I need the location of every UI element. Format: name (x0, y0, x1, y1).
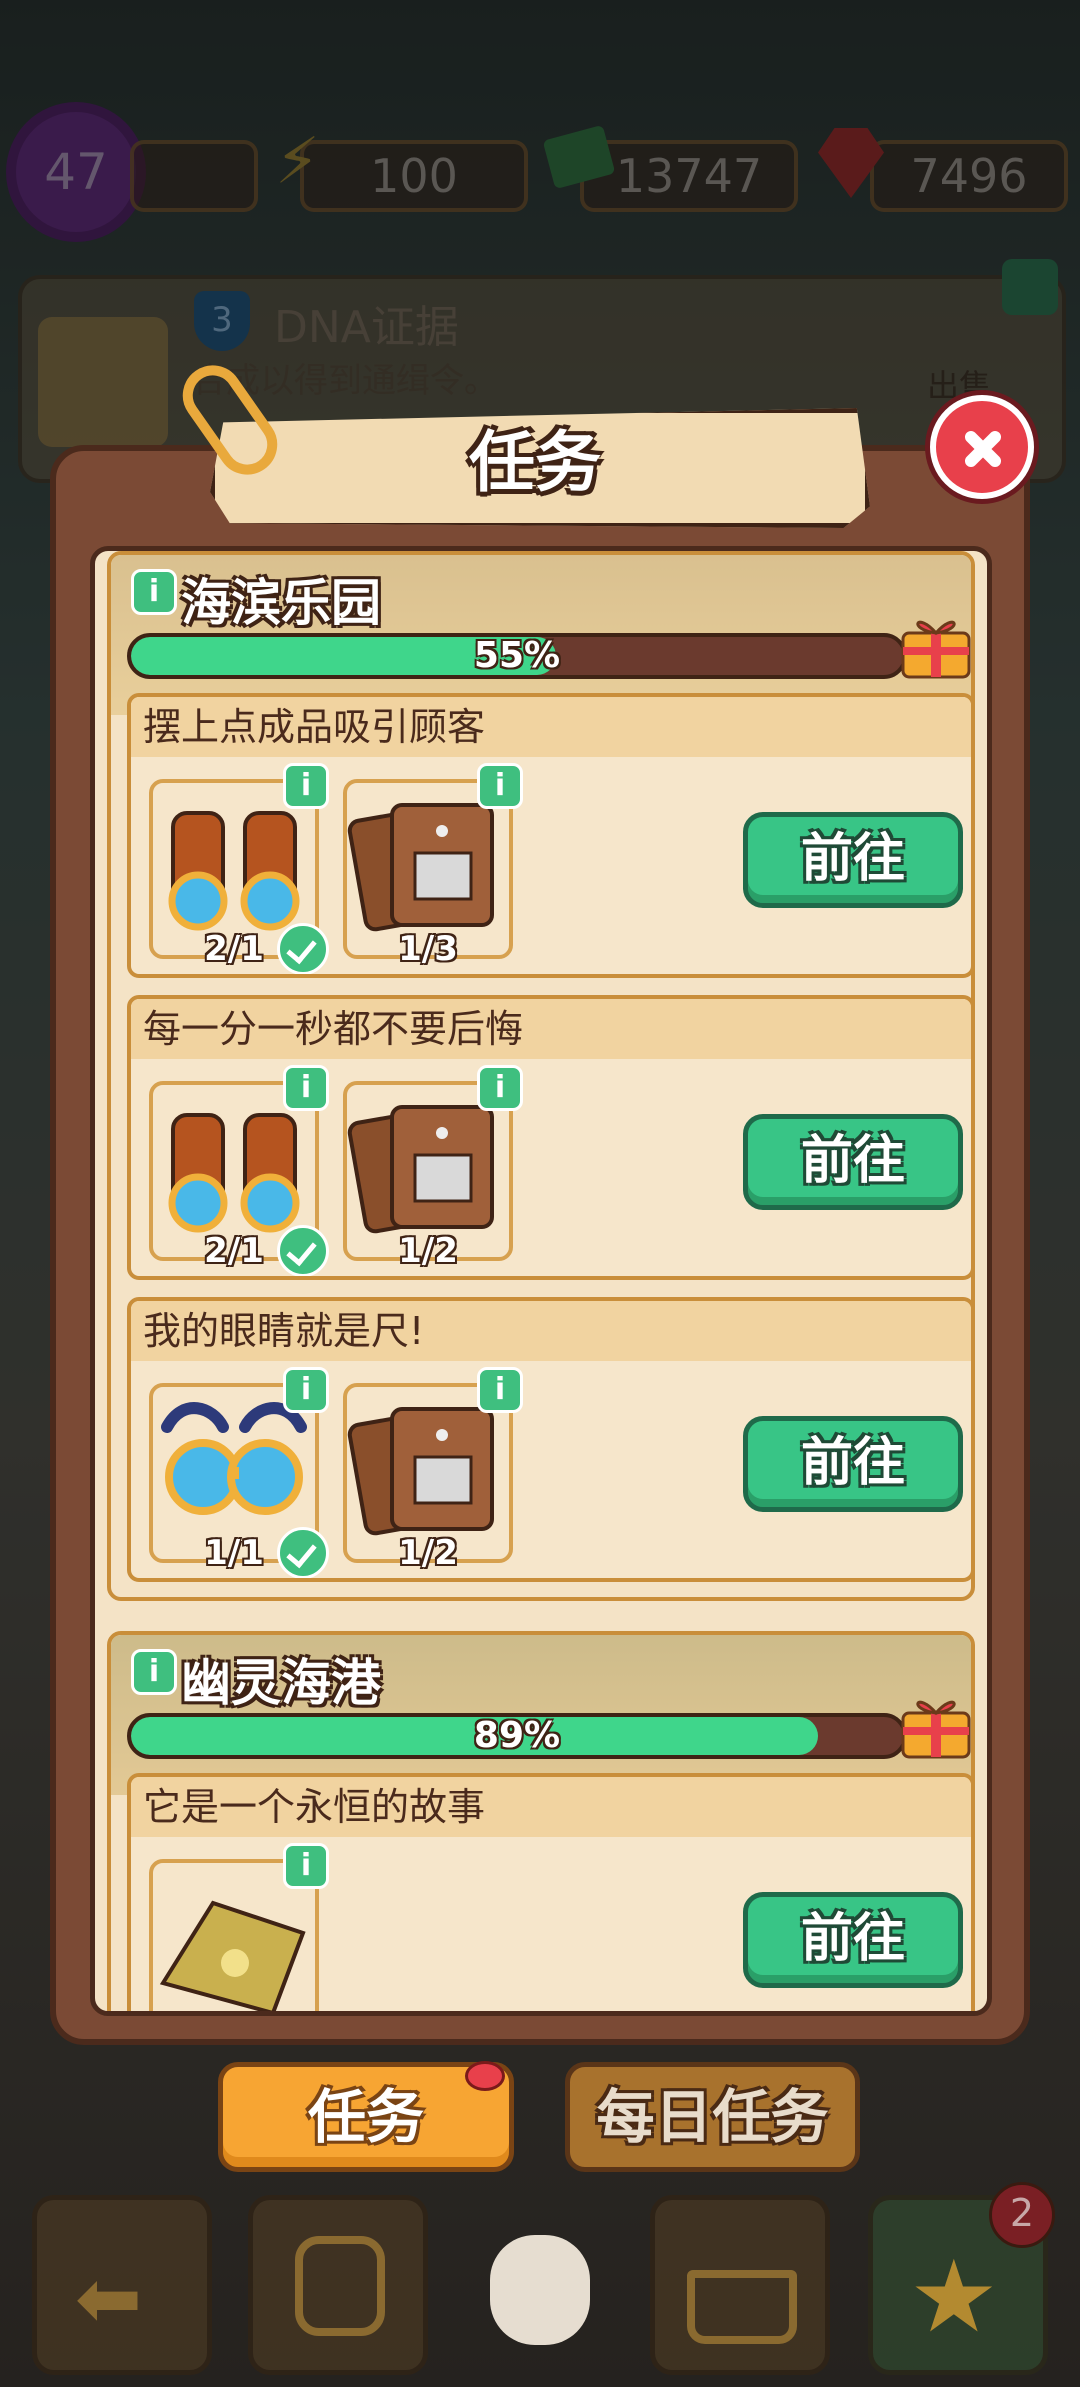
lucky-cat-icon[interactable] (490, 2235, 590, 2345)
item-count: 1/2 (398, 1533, 458, 1573)
task-name: 它是一个永恒的故事 (131, 1777, 971, 1837)
tab-daily-tasks[interactable]: 每日任务 (565, 2062, 860, 2172)
section-progress-bar: 55% (127, 633, 907, 679)
gift-box-icon[interactable] (897, 603, 975, 681)
notification-badge: 2 (989, 2182, 1055, 2248)
task-card: 我的眼睛就是尺! 1/1 i 1/2 i 前往 (127, 1297, 975, 1582)
check-icon (277, 923, 329, 974)
tasks-popup: i 海滨乐园 55% 摆上点成品吸引顾客 2/1 i 1/3 i 前往 每一分一… (50, 445, 1030, 2045)
check-icon (277, 1527, 329, 1578)
section-title: 海滨乐园 (181, 574, 381, 632)
item-slot[interactable]: 2/1 i (149, 1065, 329, 1276)
progress-text: 89% (473, 1715, 561, 1756)
back-button[interactable]: ⬅ (32, 2195, 212, 2375)
backpack-button[interactable] (248, 2195, 428, 2375)
notification-dot (465, 2061, 505, 2091)
go-button[interactable]: 前往 (743, 1416, 963, 1512)
item-slot[interactable]: i (149, 1843, 329, 2011)
info-icon[interactable]: i (283, 1843, 329, 1889)
gift-box-icon[interactable] (897, 1683, 975, 1761)
task-name: 我的眼睛就是尺! (131, 1301, 971, 1361)
item-slot[interactable]: 1/3 i (343, 763, 523, 969)
task-name: 摆上点成品吸引顾客 (131, 697, 971, 757)
task-list[interactable]: i 海滨乐园 55% 摆上点成品吸引顾客 2/1 i 1/3 i 前往 每一分一… (90, 546, 992, 2016)
item-slot[interactable]: 1/2 i (343, 1065, 523, 1271)
star-icon: ★ (909, 2238, 999, 2355)
task-section: i 幽灵海港 89% 它是一个永恒的故事 i 前往 (107, 1631, 975, 2011)
backpack-icon (295, 2236, 385, 2336)
task-name: 每一分一秒都不要后悔 (131, 999, 971, 1059)
go-button[interactable]: 前往 (743, 1114, 963, 1210)
task-section: i 海滨乐园 55% 摆上点成品吸引顾客 2/1 i 1/3 i 前往 每一分一… (107, 551, 975, 1601)
item-slot[interactable]: 1/1 i (149, 1367, 329, 1578)
info-icon[interactable]: i (283, 763, 329, 809)
item-count: 1/2 (398, 1231, 458, 1271)
task-card: 每一分一秒都不要后悔 2/1 i 1/2 i 前往 (127, 995, 975, 1280)
popup-title: 任务 (469, 424, 601, 501)
arrow-left-icon: ⬅ (75, 2252, 143, 2345)
events-button[interactable]: ★ 2 (868, 2182, 1055, 2375)
tab-tasks[interactable]: 任务 (218, 2061, 514, 2172)
item-slot[interactable]: 1/2 i (343, 1367, 523, 1573)
item-slot[interactable]: 2/1 i (149, 763, 329, 974)
shop-button[interactable] (650, 2195, 830, 2375)
close-button[interactable] (930, 395, 1034, 499)
task-card: 摆上点成品吸引顾客 2/1 i 1/3 i 前往 (127, 693, 975, 978)
info-icon[interactable]: i (283, 1367, 329, 1413)
go-button[interactable]: 前往 (743, 812, 963, 908)
progress-text: 55% (473, 635, 561, 676)
basket-icon (687, 2270, 797, 2344)
info-icon[interactable]: i (477, 1367, 523, 1413)
info-icon[interactable]: i (477, 1065, 523, 1111)
info-icon[interactable]: i (477, 763, 523, 809)
info-icon[interactable]: i (283, 1065, 329, 1111)
section-progress-bar: 89% (127, 1713, 907, 1759)
tab-tasks-label: 任务 (307, 2083, 424, 2151)
check-icon (277, 1225, 329, 1276)
section-title: 幽灵海港 (181, 1654, 381, 1712)
item-count: 1/3 (398, 929, 458, 969)
info-icon[interactable]: i (131, 1649, 177, 1695)
tab-daily-label: 每日任务 (596, 2083, 829, 2151)
info-icon[interactable]: i (131, 569, 177, 615)
task-card: 它是一个永恒的故事 i 前往 (127, 1773, 975, 2011)
go-button[interactable]: 前往 (743, 1892, 963, 1988)
